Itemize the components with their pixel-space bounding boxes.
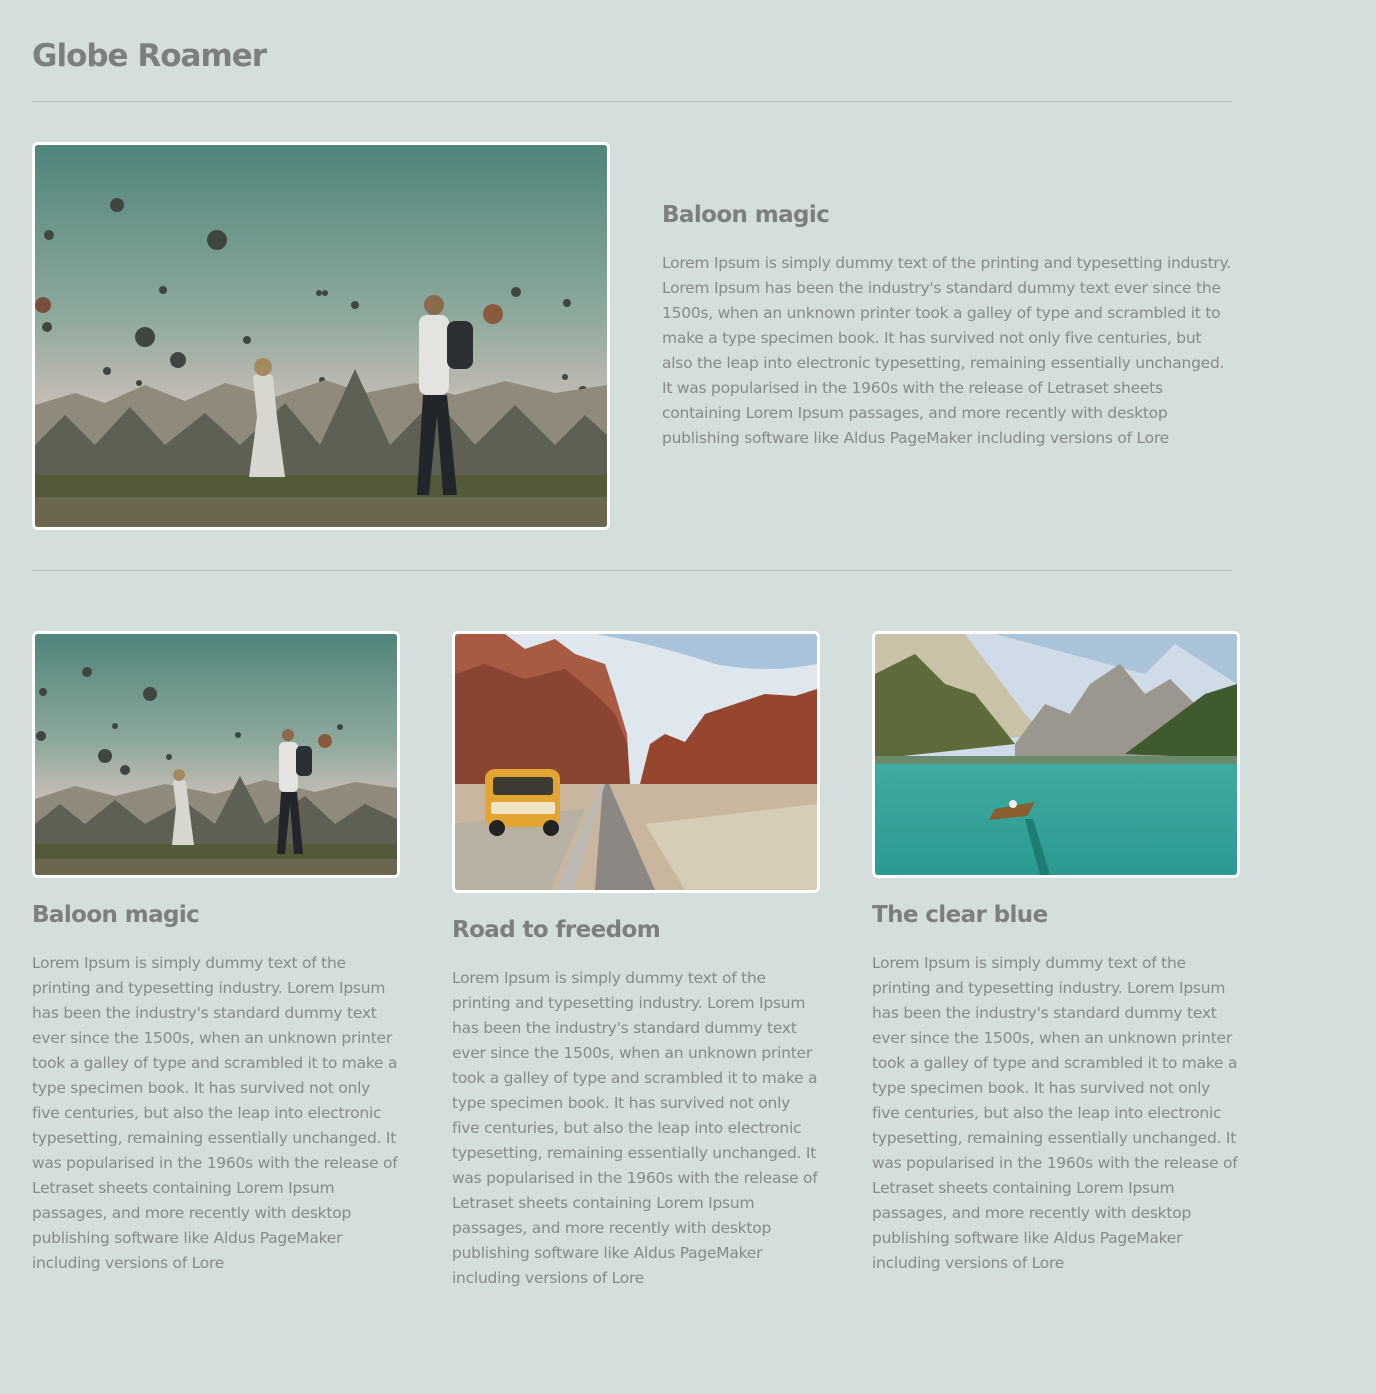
card-image-lake[interactable]: [872, 631, 1240, 878]
card-image-road[interactable]: [452, 631, 820, 893]
card-body: Lorem Ipsum is simply dummy text of the …: [872, 954, 1238, 1272]
balloons-photo: [35, 145, 607, 527]
section-divider: [32, 570, 1232, 571]
card-text: Road to freedom Lorem Ipsum is simply du…: [452, 913, 820, 1291]
feature-body: Lorem Ipsum is simply dummy text of the …: [662, 254, 1231, 447]
card-title[interactable]: The clear blue: [872, 898, 1240, 932]
desert-road-photo: [455, 634, 817, 890]
card-body: Lorem Ipsum is simply dummy text of the …: [452, 969, 818, 1287]
feature-text: Baloon magic Lorem Ipsum is simply dummy…: [662, 198, 1232, 451]
feature-image-balloons[interactable]: [32, 142, 610, 530]
feature-title[interactable]: Baloon magic: [662, 198, 1232, 232]
card-text: Baloon magic Lorem Ipsum is simply dummy…: [32, 898, 400, 1276]
card-text: The clear blue Lorem Ipsum is simply dum…: [872, 898, 1240, 1276]
mountain-lake-photo: [875, 634, 1237, 875]
card-image-balloons[interactable]: [32, 631, 400, 878]
card-body: Lorem Ipsum is simply dummy text of the …: [32, 954, 398, 1272]
balloons-photo: [35, 634, 397, 875]
card-title[interactable]: Road to freedom: [452, 913, 820, 947]
card-title[interactable]: Baloon magic: [32, 898, 400, 932]
site-title: Globe Roamer: [32, 38, 267, 74]
header-divider: [32, 101, 1232, 102]
